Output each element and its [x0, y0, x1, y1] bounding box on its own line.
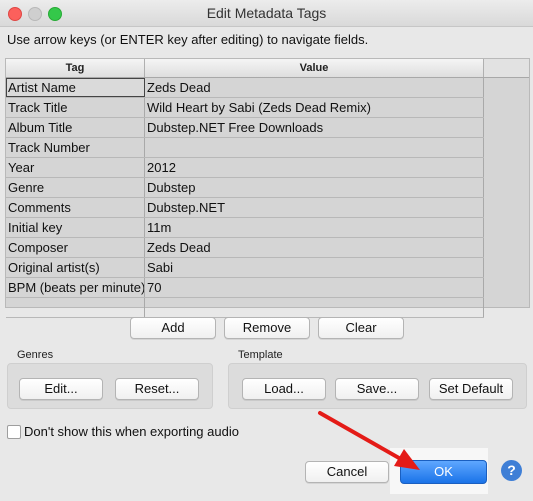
tag-cell[interactable]: BPM (beats per minute) [6, 278, 145, 297]
tag-cell[interactable]: Comments [6, 198, 145, 217]
tag-cell[interactable]: Composer [6, 238, 145, 257]
help-icon[interactable]: ? [501, 460, 522, 481]
tag-cell[interactable]: Artist Name [6, 78, 145, 97]
table-body: Artist Name Zeds Dead Track Title Wild H… [6, 78, 484, 318]
table-row[interactable]: Comments Dubstep.NET [6, 198, 484, 218]
metadata-table: Tag Value Artist Name Zeds Dead Track Ti… [5, 58, 530, 318]
table-row[interactable]: Track Title Wild Heart by Sabi (Zeds Dea… [6, 98, 484, 118]
set-default-template-button[interactable]: Set Default [429, 378, 513, 400]
table-row[interactable]: Original artist(s) Sabi [6, 258, 484, 278]
tag-cell[interactable]: Genre [6, 178, 145, 197]
instruction-text: Use arrow keys (or ENTER key after editi… [7, 32, 369, 47]
value-cell[interactable]: Wild Heart by Sabi (Zeds Dead Remix) [145, 98, 484, 117]
load-template-button[interactable]: Load... [242, 378, 326, 400]
table-row[interactable]: BPM (beats per minute) 70 [6, 278, 484, 298]
edit-genres-button[interactable]: Edit... [19, 378, 103, 400]
tag-cell[interactable]: Track Number [6, 138, 145, 157]
table-row[interactable]: Artist Name Zeds Dead [6, 78, 484, 98]
tag-cell[interactable]: Initial key [6, 218, 145, 237]
save-template-button[interactable]: Save... [335, 378, 419, 400]
table-row[interactable]: Track Number [6, 138, 484, 158]
value-cell[interactable]: Zeds Dead [145, 238, 484, 257]
tag-cell[interactable]: Original artist(s) [6, 258, 145, 277]
table-row[interactable]: Album Title Dubstep.NET Free Downloads [6, 118, 484, 138]
value-cell[interactable]: Dubstep [145, 178, 484, 197]
value-cell[interactable]: Sabi [145, 258, 484, 277]
table-row[interactable]: Genre Dubstep [6, 178, 484, 198]
table-row[interactable]: Initial key 11m [6, 218, 484, 238]
template-label: Template [238, 349, 283, 361]
table-row[interactable]: Composer Zeds Dead [6, 238, 484, 258]
tag-cell[interactable]: Track Title [6, 98, 145, 117]
window-title: Edit Metadata Tags [206, 5, 327, 21]
clear-button[interactable]: Clear [318, 317, 404, 339]
tag-cell[interactable]: Year [6, 158, 145, 177]
column-header-filler [484, 59, 529, 77]
ok-button[interactable]: OK [400, 460, 487, 484]
title-bar: Edit Metadata Tags [0, 0, 533, 27]
cancel-button[interactable]: Cancel [305, 461, 389, 483]
edit-metadata-dialog: Edit Metadata Tags Use arrow keys (or EN… [0, 0, 533, 501]
value-cell[interactable]: Zeds Dead [145, 78, 484, 97]
column-header-tag[interactable]: Tag [6, 59, 145, 77]
remove-row-button[interactable]: Remove [224, 317, 310, 339]
value-cell[interactable] [145, 298, 484, 317]
dont-show-checkbox[interactable] [7, 425, 21, 439]
tag-cell[interactable] [6, 298, 145, 317]
table-row[interactable] [6, 298, 484, 318]
table-header: Tag Value [6, 59, 529, 78]
value-cell[interactable]: 2012 [145, 158, 484, 177]
value-cell[interactable]: Dubstep.NET [145, 198, 484, 217]
genres-label: Genres [17, 349, 54, 361]
table-row[interactable]: Year 2012 [6, 158, 484, 178]
value-cell[interactable]: Dubstep.NET Free Downloads [145, 118, 484, 137]
reset-genres-button[interactable]: Reset... [115, 378, 199, 400]
value-cell[interactable]: 70 [145, 278, 484, 297]
tag-cell[interactable]: Album Title [6, 118, 145, 137]
value-cell[interactable]: 11m [145, 218, 484, 237]
add-row-button[interactable]: Add [130, 317, 216, 339]
dont-show-label[interactable]: Don't show this when exporting audio [24, 424, 239, 439]
value-cell[interactable] [145, 138, 484, 157]
column-header-value[interactable]: Value [145, 59, 484, 77]
